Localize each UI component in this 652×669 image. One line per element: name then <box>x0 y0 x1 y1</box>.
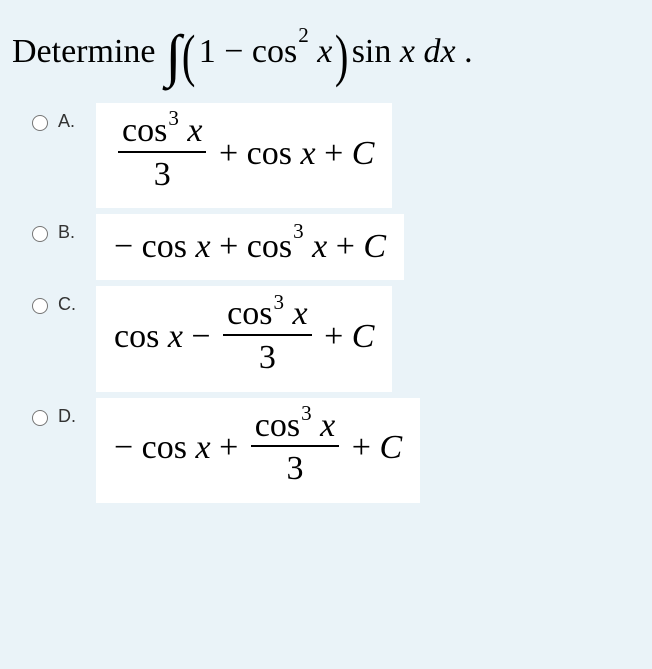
option-d-formula: − cos x + cos3 x 3 + C <box>96 398 420 503</box>
option-a-label: A. <box>58 111 75 132</box>
option-a[interactable]: A. cos3 x 3 + cos x + C <box>32 103 652 208</box>
option-c[interactable]: C. cos x − cos3 x 3 + C <box>32 286 652 391</box>
radio-a[interactable] <box>32 115 48 131</box>
radio-b[interactable] <box>32 226 48 242</box>
question-prompt: Determine ∫ ( 1 − cos2 x ) sin x dx . <box>0 10 652 103</box>
option-b-label: B. <box>58 222 75 243</box>
radio-d[interactable] <box>32 410 48 426</box>
radio-c[interactable] <box>32 298 48 314</box>
options-list: A. cos3 x 3 + cos x + C B. <box>0 103 652 503</box>
option-c-formula: cos x − cos3 x 3 + C <box>96 286 392 391</box>
integral-sign-icon: ∫ <box>166 22 182 89</box>
option-d-label: D. <box>58 406 76 427</box>
option-d[interactable]: D. − cos x + cos3 x 3 + C <box>32 398 652 503</box>
option-a-formula: cos3 x 3 + cos x + C <box>96 103 392 208</box>
question-lead: Determine <box>12 33 156 71</box>
quiz-page: Determine ∫ ( 1 − cos2 x ) sin x dx . A.… <box>0 0 652 503</box>
question-integral: ∫ ( 1 − cos2 x ) sin x dx . <box>166 18 473 85</box>
left-paren-icon: ( <box>182 22 196 89</box>
option-b[interactable]: B. − cos x + cos3 x + C <box>32 214 652 280</box>
right-paren-icon: ) <box>335 22 349 89</box>
option-b-formula: − cos x + cos3 x + C <box>96 214 404 280</box>
option-c-label: C. <box>58 294 76 315</box>
